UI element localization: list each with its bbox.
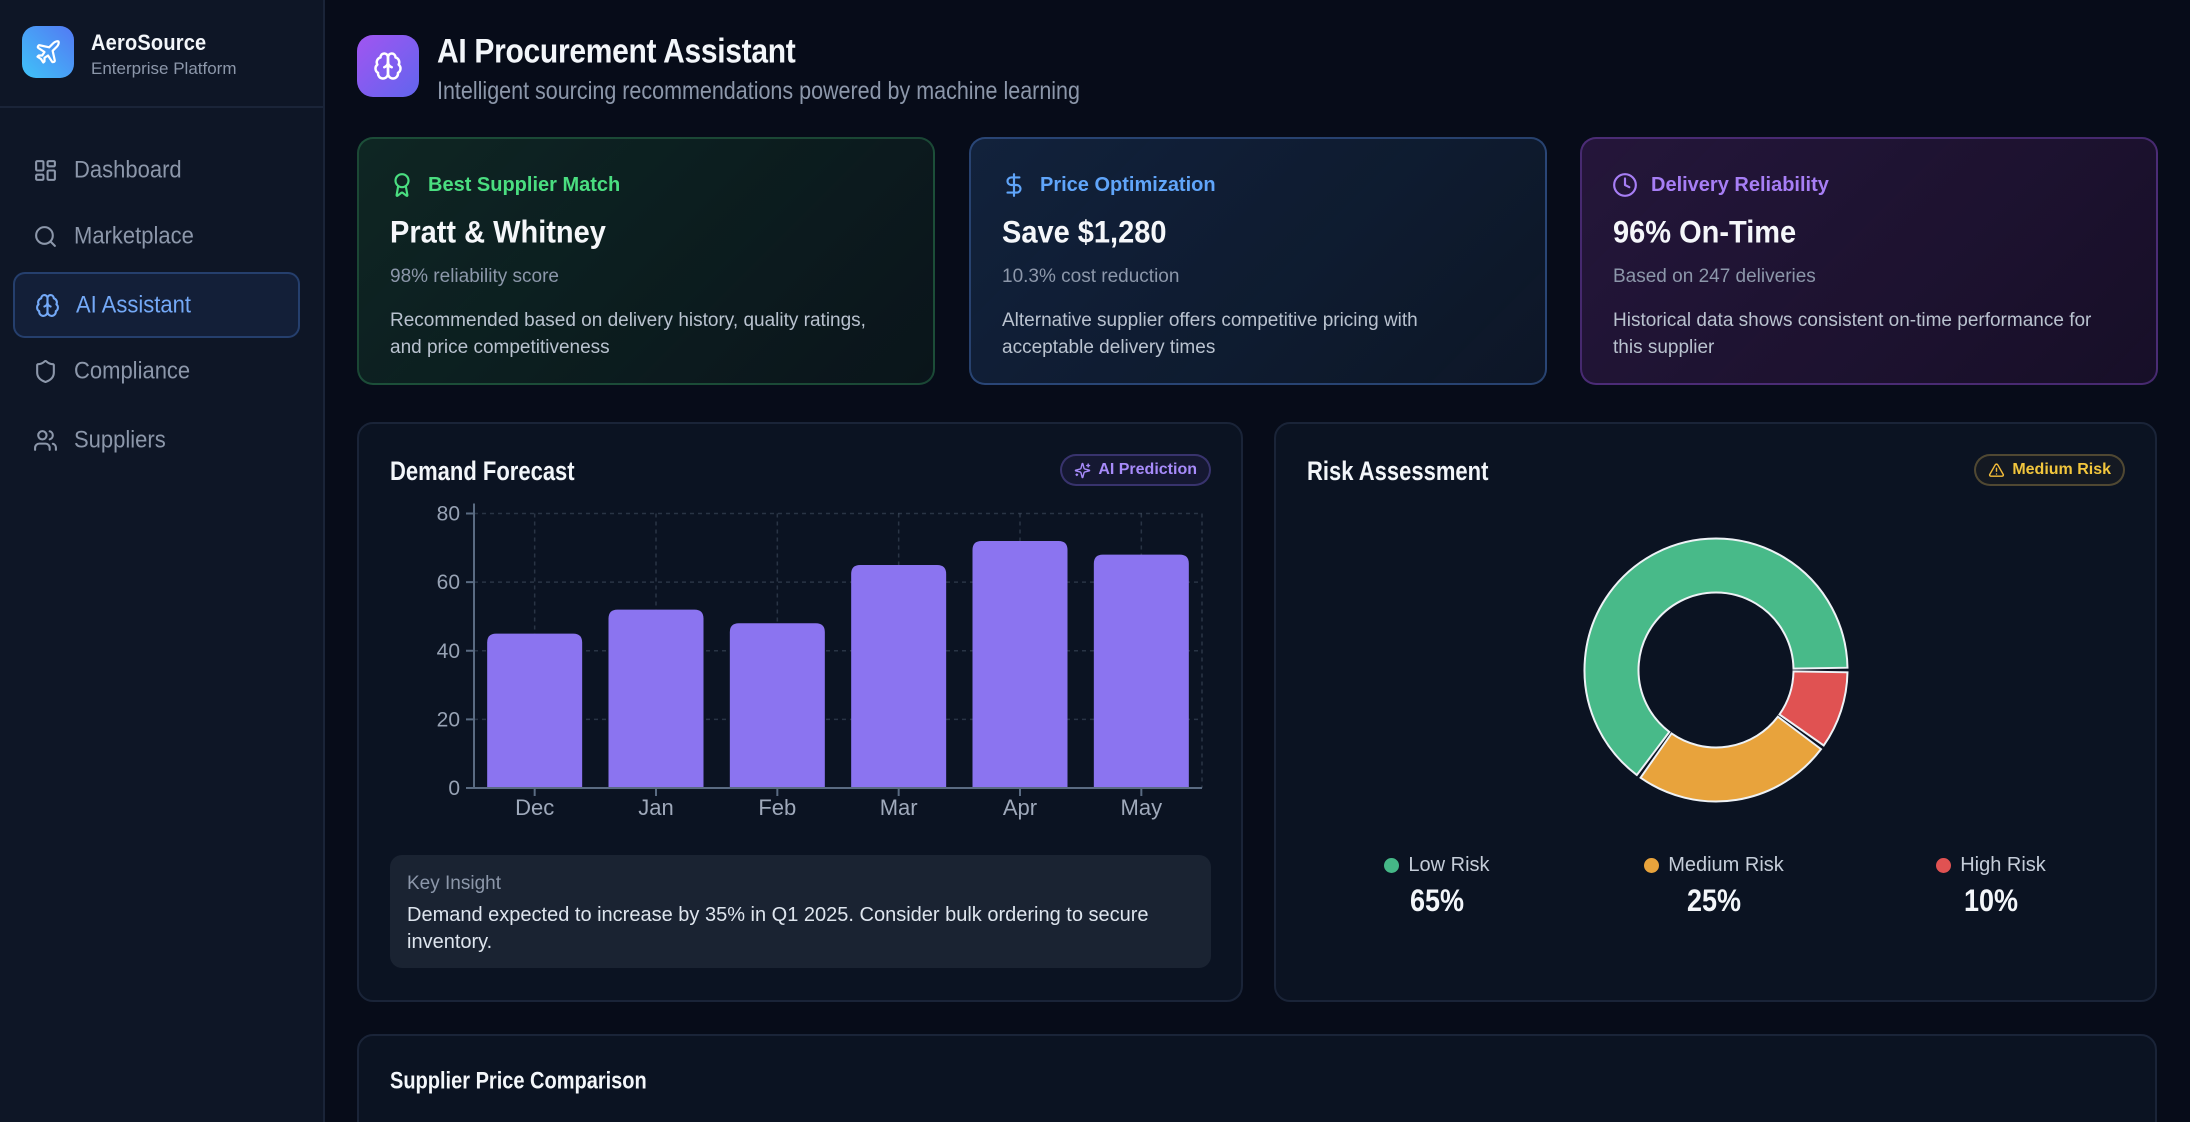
svg-text:Feb: Feb — [758, 795, 796, 820]
svg-text:Apr: Apr — [1003, 795, 1037, 820]
svg-text:Jan: Jan — [638, 795, 673, 820]
svg-text:Mar: Mar — [880, 795, 918, 820]
svg-text:80: 80 — [437, 503, 460, 526]
svg-text:60: 60 — [437, 571, 460, 594]
svg-text:May: May — [1121, 795, 1163, 820]
svg-text:0: 0 — [448, 777, 460, 800]
svg-text:40: 40 — [437, 640, 460, 663]
svg-text:20: 20 — [437, 708, 460, 731]
svg-text:Dec: Dec — [515, 795, 554, 820]
